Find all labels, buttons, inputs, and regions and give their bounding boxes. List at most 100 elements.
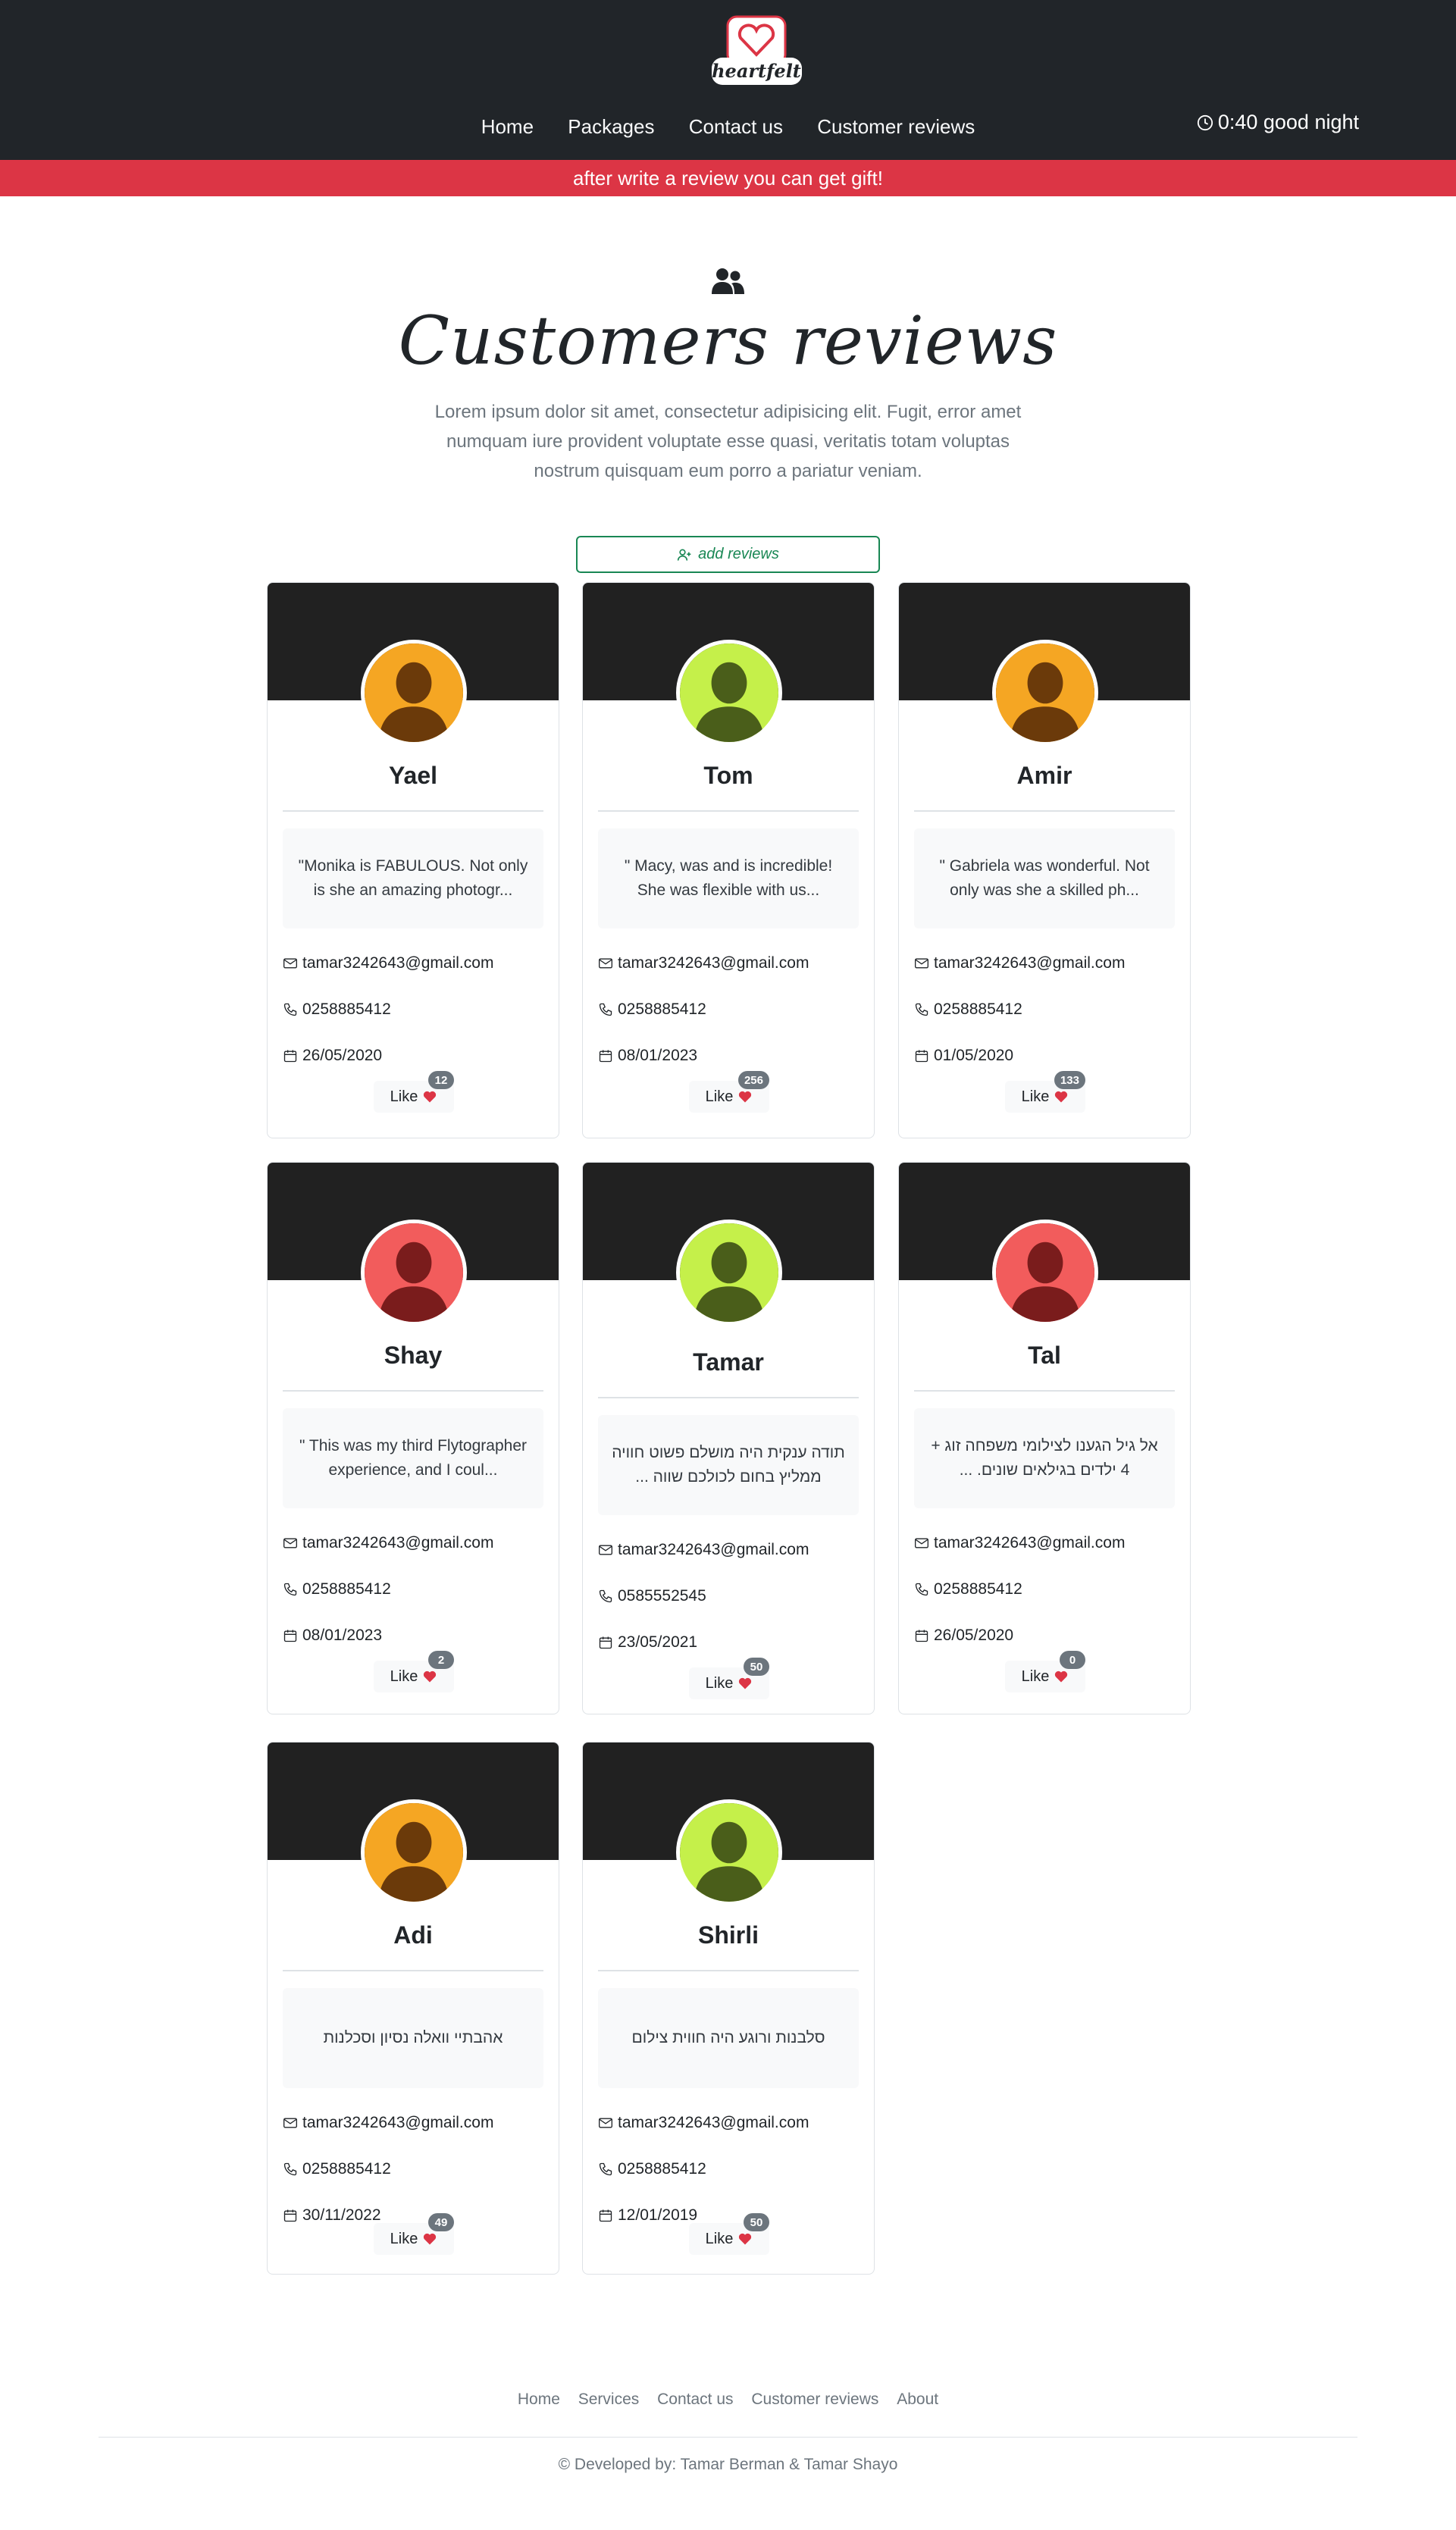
heart-icon	[424, 2233, 437, 2245]
footer-link-home[interactable]: Home	[518, 2391, 560, 2409]
reviewer-phone: 0258885412	[618, 1000, 706, 1018]
reviewer-email: tamar3242643@gmail.com	[618, 2114, 809, 2131]
like-button[interactable]: Like 12	[374, 1071, 454, 1113]
like-label: Like	[1021, 1088, 1050, 1105]
reviewer-name: Tal	[1028, 1342, 1061, 1369]
nav-home[interactable]: Home	[481, 115, 534, 139]
envelope-icon	[915, 1538, 928, 1548]
date-row: 08/01/2023	[598, 1047, 697, 1065]
review-quote: "Monika is FABULOUS. Not only is she an …	[283, 828, 543, 928]
like-button[interactable]: Like 50	[689, 1658, 769, 1699]
like-button[interactable]: Like 49	[374, 2213, 454, 2255]
review-card: Tom " Macy, was and is incredible! She w…	[582, 582, 875, 1138]
calendar-icon	[599, 1050, 612, 1063]
phone-row: 0585552545	[598, 1587, 706, 1605]
card-divider	[598, 810, 859, 812]
footer-link-contact-us[interactable]: Contact us	[657, 2391, 733, 2409]
phone-icon	[283, 1003, 297, 1016]
footer-link-customer-reviews[interactable]: Customer reviews	[751, 2391, 878, 2409]
email-row: tamar3242643@gmail.com	[598, 954, 809, 972]
review-quote: אהבתיי וואלה נסיון וסכלנות	[283, 1988, 543, 2088]
like-count-badge: 0	[1060, 1651, 1085, 1669]
reviewer-phone: 0258885412	[302, 1000, 391, 1018]
like-count-badge: 49	[428, 2213, 454, 2231]
date-row: 01/05/2020	[914, 1047, 1013, 1065]
review-date: 30/11/2022	[302, 2206, 381, 2224]
heartfelt-logo[interactable]: heartfelt	[709, 11, 805, 91]
review-date: 23/05/2021	[618, 1633, 698, 1651]
email-row: tamar3242643@gmail.com	[283, 954, 493, 972]
user-silhouette-icon	[996, 643, 1094, 742]
reviewer-email: tamar3242643@gmail.com	[934, 954, 1126, 972]
phone-icon	[283, 1583, 297, 1596]
review-date: 12/01/2019	[618, 2206, 698, 2224]
top-navbar: heartfelt Home Packages Contact us Custo…	[0, 0, 1456, 160]
review-quote: אל גיל הגענו לצילומי משפחה זוג + 4 ילדים…	[914, 1408, 1175, 1508]
email-row: tamar3242643@gmail.com	[283, 2114, 493, 2132]
like-button[interactable]: Like 50	[689, 2213, 769, 2255]
nav-contact-us[interactable]: Contact us	[689, 115, 783, 139]
avatar	[361, 640, 467, 746]
like-count-badge: 256	[737, 1071, 769, 1089]
page-intro: Lorem ipsum dolor sit amet, consectetur …	[434, 402, 1022, 481]
date-row: 26/05/2020	[914, 1627, 1013, 1645]
add-review-label: add reviews	[698, 546, 779, 562]
like-button[interactable]: Like 256	[689, 1071, 769, 1113]
user-silhouette-icon	[365, 1223, 463, 1322]
like-button[interactable]: Like 133	[1005, 1071, 1085, 1113]
phone-icon	[915, 1003, 928, 1016]
reviewer-email: tamar3242643@gmail.com	[302, 954, 494, 972]
footer-nav: Home Services Contact us Customer review…	[0, 2391, 1456, 2409]
phone-row: 0258885412	[283, 1000, 391, 1019]
page-title: Customers reviews	[398, 302, 1058, 380]
card-divider	[598, 1397, 859, 1398]
clock-text: 0:40 good night	[1217, 111, 1359, 133]
envelope-icon	[599, 2118, 612, 2128]
heart-icon	[739, 2233, 752, 2245]
clock-icon	[1197, 114, 1213, 130]
nav-customer-reviews[interactable]: Customer reviews	[817, 115, 975, 139]
user-plus-icon	[677, 549, 691, 561]
avatar	[361, 1220, 467, 1326]
user-silhouette-icon	[365, 1803, 463, 1902]
like-label: Like	[705, 1674, 734, 1692]
review-card: Yael "Monika is FABULOUS. Not only is sh…	[267, 582, 559, 1138]
date-row: 12/01/2019	[598, 2206, 697, 2225]
envelope-icon	[915, 958, 928, 969]
envelope-icon	[599, 958, 612, 969]
like-label: Like	[390, 2230, 418, 2247]
review-date: 08/01/2023	[618, 1047, 698, 1064]
date-row: 08/01/2023	[283, 1627, 382, 1645]
avatar	[676, 1220, 782, 1326]
email-row: tamar3242643@gmail.com	[598, 2114, 809, 2132]
card-divider	[283, 1970, 543, 1971]
review-quote: " Macy, was and is incredible! She was f…	[598, 828, 859, 928]
avatar	[676, 1799, 782, 1905]
add-review-button[interactable]: add reviews	[576, 536, 880, 573]
heart-icon	[424, 1670, 437, 1683]
phone-row: 0258885412	[598, 1000, 706, 1019]
date-row: 26/05/2020	[283, 1047, 382, 1065]
reviewer-email: tamar3242643@gmail.com	[934, 1534, 1126, 1552]
envelope-icon	[283, 958, 297, 969]
phone-icon	[915, 1583, 928, 1596]
nav-packages[interactable]: Packages	[568, 115, 654, 139]
svg-text:heartfelt: heartfelt	[712, 60, 801, 82]
like-button[interactable]: Like 0	[1005, 1651, 1085, 1692]
footer-link-services[interactable]: Services	[578, 2391, 640, 2409]
review-card: Shirli סלבנות ורוגע היה חווית צילום tama…	[582, 1742, 875, 2275]
card-divider	[914, 810, 1175, 812]
avatar	[676, 640, 782, 746]
reviewer-name: Shay	[384, 1342, 443, 1369]
like-button[interactable]: Like 2	[374, 1651, 454, 1692]
reviewer-email: tamar3242643@gmail.com	[302, 2114, 494, 2131]
review-card: Adi אהבתיי וואלה נסיון וסכלנות tamar3242…	[267, 1742, 559, 2275]
footer-link-about[interactable]: About	[897, 2391, 938, 2409]
review-date: 26/05/2020	[934, 1627, 1014, 1644]
like-count-badge: 2	[428, 1651, 454, 1669]
review-quote: תודה ענקית היה מושלם פשוט חוויה ממליץ בח…	[598, 1415, 859, 1515]
user-silhouette-icon	[680, 643, 778, 742]
phone-row: 0258885412	[283, 1580, 391, 1598]
user-silhouette-icon	[996, 1223, 1094, 1322]
heart-icon	[424, 1091, 437, 1103]
